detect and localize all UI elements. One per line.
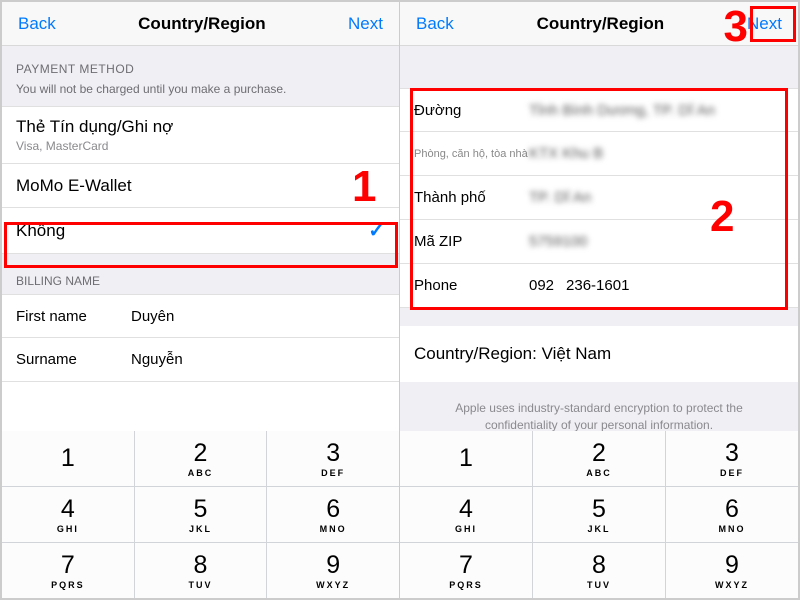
key-9[interactable]: 9WXYZ (666, 543, 798, 598)
nav-title: Country/Region (537, 14, 665, 34)
key-9[interactable]: 9WXYZ (267, 543, 399, 598)
back-button[interactable]: Back (410, 10, 460, 38)
key-3[interactable]: 3DEF (666, 431, 798, 486)
payment-option-credit[interactable]: Thẻ Tín dụng/Ghi nợ Visa, MasterCard (2, 106, 399, 164)
payment-option-none[interactable]: Không ✓ (2, 208, 399, 254)
zip-row[interactable]: Mã ZIP 5759100 (400, 220, 798, 264)
navbar: Back Country/Region Next (400, 2, 798, 46)
option-sub: Visa, MasterCard (16, 139, 385, 153)
field-label: Phone (414, 277, 529, 294)
screen-right: Back Country/Region Next Đường Tỉnh Bình… (400, 2, 798, 598)
key-7[interactable]: 7PQRS (400, 543, 532, 598)
city-value[interactable]: TP. Dĩ An (529, 189, 784, 206)
surname-row[interactable]: Surname Nguyễn (2, 338, 399, 382)
next-button[interactable]: Next (342, 10, 389, 38)
payment-subtext: You will not be charged until you make a… (2, 82, 399, 106)
unit-value[interactable]: KTX Khu B (529, 145, 784, 162)
key-4[interactable]: 4GHI (400, 487, 532, 542)
surname-value[interactable]: Nguyễn (131, 351, 385, 368)
screen-left: Back Country/Region Next PAYMENT METHOD … (2, 2, 400, 598)
field-label: Surname (16, 351, 131, 368)
key-7[interactable]: 7PQRS (2, 543, 134, 598)
street-value[interactable]: Tỉnh Bình Dương, TP. Dĩ An (529, 102, 784, 119)
next-button[interactable]: Next (741, 10, 788, 38)
unit-row[interactable]: Phòng, căn hộ, tòa nhà KTX Khu B (400, 132, 798, 176)
key-8[interactable]: 8TUV (533, 543, 665, 598)
key-5[interactable]: 5JKL (135, 487, 267, 542)
phone-number[interactable]: 236-1601 (566, 277, 629, 294)
back-button[interactable]: Back (12, 10, 62, 38)
key-5[interactable]: 5JKL (533, 487, 665, 542)
nav-title: Country/Region (138, 14, 266, 34)
city-row[interactable]: Thành phố TP. Dĩ An (400, 176, 798, 220)
option-title: Thẻ Tín dụng/Ghi nợ (16, 117, 385, 137)
phone-row[interactable]: Phone 092 236-1601 (400, 264, 798, 308)
key-3[interactable]: 3DEF (267, 431, 399, 486)
key-2[interactable]: 2ABC (533, 431, 665, 486)
street-row[interactable]: Đường Tỉnh Bình Dương, TP. Dĩ An (400, 88, 798, 132)
key-6[interactable]: 6MNO (666, 487, 798, 542)
key-8[interactable]: 8TUV (135, 543, 267, 598)
first-name-value[interactable]: Duyên (131, 308, 385, 325)
navbar: Back Country/Region Next (2, 2, 399, 46)
country-region-row[interactable]: Country/Region: Việt Nam (400, 326, 798, 382)
payment-header: PAYMENT METHOD (2, 46, 399, 82)
first-name-row[interactable]: First name Duyên (2, 294, 399, 338)
option-title: MoMo E-Wallet (16, 176, 385, 196)
key-1[interactable]: 1 (400, 431, 532, 486)
billing-header: BILLING NAME (2, 254, 399, 294)
numeric-keypad: 1 2ABC 3DEF 4GHI 5JKL 6MNO 7PQRS 8TUV 9W… (400, 431, 798, 598)
key-4[interactable]: 4GHI (2, 487, 134, 542)
numeric-keypad: 1 2ABC 3DEF 4GHI 5JKL 6MNO 7PQRS 8TUV 9W… (2, 431, 399, 598)
key-6[interactable]: 6MNO (267, 487, 399, 542)
zip-value[interactable]: 5759100 (529, 233, 784, 250)
phone-code[interactable]: 092 (529, 277, 554, 294)
field-label: Phòng, căn hộ, tòa nhà (414, 148, 529, 160)
key-1[interactable]: 1 (2, 431, 134, 486)
field-label: Đường (414, 102, 529, 119)
field-label: Mã ZIP (414, 233, 529, 250)
field-label: Thành phố (414, 189, 529, 206)
field-label: First name (16, 308, 131, 325)
payment-option-momo[interactable]: MoMo E-Wallet (2, 164, 399, 208)
checkmark-icon: ✓ (368, 218, 385, 243)
option-title: Không (16, 221, 368, 241)
key-2[interactable]: 2ABC (135, 431, 267, 486)
